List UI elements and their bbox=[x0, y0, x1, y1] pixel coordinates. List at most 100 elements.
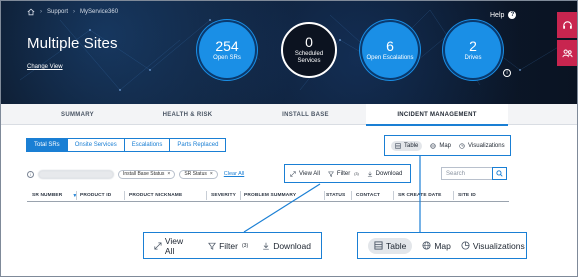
col-site-id[interactable]: SITE ID bbox=[458, 189, 476, 202]
filter-label: Filter bbox=[219, 240, 238, 251]
column-divider bbox=[206, 191, 207, 200]
map-view-label: Map bbox=[439, 142, 452, 149]
subtab-onsite-services[interactable]: Onsite Services bbox=[66, 138, 125, 152]
column-divider bbox=[351, 191, 352, 200]
expand-icon bbox=[154, 241, 162, 250]
kpi-open-srs[interactable]: 254 Open SRs bbox=[199, 22, 255, 78]
page-title: Multiple Sites bbox=[27, 35, 118, 52]
column-label: SR NUMBER bbox=[32, 193, 63, 198]
column-divider bbox=[393, 191, 394, 200]
view-all-label: View All bbox=[299, 170, 320, 177]
globe-icon bbox=[422, 241, 431, 250]
view-all-button[interactable]: View All bbox=[290, 171, 320, 177]
table-view-button[interactable]: Table bbox=[368, 237, 413, 254]
col-sr-create-date[interactable]: SR CREATE DATE bbox=[398, 189, 442, 202]
kpi-scheduled-services[interactable]: 0 Scheduled Services bbox=[281, 22, 337, 78]
kpi-drives[interactable]: 2 Drives bbox=[445, 22, 501, 78]
kpi-label: Scheduled Services bbox=[294, 51, 324, 64]
remove-icon[interactable]: × bbox=[210, 171, 213, 177]
download-button[interactable]: Download bbox=[262, 241, 311, 251]
breadcrumb-item-support[interactable]: Support bbox=[47, 9, 68, 15]
incident-sub-tabs: Total SRs Onsite Services Escalations Pa… bbox=[26, 138, 227, 152]
side-tab-support[interactable] bbox=[557, 12, 578, 38]
info-icon[interactable]: i bbox=[503, 69, 511, 77]
breadcrumb: › Support › MyService360 bbox=[27, 8, 118, 16]
sr-table-header: SR NUMBER ▼ PRODUCT ID PRODUCT NICKNAME … bbox=[27, 189, 509, 202]
filter-chip-redacted[interactable]: redacted bbox=[38, 169, 114, 179]
table-view-label: Table bbox=[404, 142, 419, 149]
map-view-button[interactable]: Map bbox=[422, 241, 451, 251]
visualizations-view-button[interactable]: Visualizations bbox=[459, 143, 505, 149]
hero-banner: › Support › MyService360 Multiple Sites … bbox=[0, 0, 578, 104]
col-problem-summary[interactable]: PROBLEM SUMMARY bbox=[244, 189, 296, 202]
download-label: Download bbox=[375, 170, 403, 177]
filter-button[interactable]: Filter (3) bbox=[327, 170, 359, 177]
help-icon: ? bbox=[508, 11, 517, 19]
filter-chip-install-base-status[interactable]: Install Base Status × bbox=[118, 169, 176, 179]
kpi-label: Open Escalations bbox=[366, 54, 414, 61]
kpi-value: 6 bbox=[386, 37, 394, 54]
help-label: Help bbox=[490, 11, 505, 19]
col-contact[interactable]: CONTACT bbox=[356, 189, 380, 202]
filter-icon bbox=[208, 242, 216, 250]
remove-icon[interactable]: × bbox=[167, 171, 170, 177]
search-button[interactable] bbox=[492, 167, 507, 180]
kpi-value: 0 bbox=[305, 34, 313, 50]
view-all-label: View All bbox=[164, 235, 184, 256]
side-tab-community[interactable] bbox=[557, 40, 578, 66]
column-divider bbox=[76, 191, 77, 200]
home-icon[interactable] bbox=[27, 8, 35, 16]
headset-icon bbox=[563, 20, 572, 29]
tab-incident-management[interactable]: INCIDENT MANAGEMENT bbox=[366, 104, 508, 126]
side-quick-tabs bbox=[557, 12, 578, 68]
filter-count-badge: (3) bbox=[354, 171, 359, 176]
table-icon bbox=[374, 241, 383, 250]
col-severity[interactable]: SEVERITY bbox=[211, 189, 236, 202]
subtab-parts-replaced[interactable]: Parts Replaced bbox=[169, 138, 227, 152]
filter-button[interactable]: Filter (3) bbox=[208, 241, 248, 251]
col-sr-number[interactable]: SR NUMBER ▼ bbox=[32, 189, 78, 202]
kpi-open-escalations[interactable]: 6 Open Escalations bbox=[362, 22, 418, 78]
column-divider bbox=[240, 191, 241, 200]
visualizations-view-label: Visualizations bbox=[472, 240, 525, 251]
kpi-value: 254 bbox=[215, 37, 239, 54]
filter-icon bbox=[327, 171, 334, 177]
visualizations-view-button[interactable]: Visualizations bbox=[461, 241, 525, 251]
col-product-nickname[interactable]: PRODUCT NICKNAME bbox=[129, 189, 182, 202]
change-view-link[interactable]: Change View bbox=[27, 64, 63, 70]
breadcrumb-item-current: MyService360 bbox=[80, 9, 119, 15]
col-status[interactable]: STATUS bbox=[326, 189, 345, 202]
kpi-label: Drives bbox=[464, 54, 482, 61]
view-all-button[interactable]: View All bbox=[154, 236, 194, 256]
view-toolbar: Table Map Visualizations bbox=[384, 135, 511, 156]
download-icon bbox=[263, 242, 269, 250]
help-button[interactable]: Help ? bbox=[490, 11, 517, 19]
col-product-id[interactable]: PRODUCT ID bbox=[80, 189, 111, 202]
users-icon bbox=[562, 49, 573, 57]
view-toolbar-zoomed: Table Map Visualizations bbox=[357, 232, 527, 259]
column-divider bbox=[124, 191, 125, 200]
main-nav-tabs: SUMMARY HEALTH & RISK INSTALL BASE INCID… bbox=[0, 104, 578, 126]
subtab-escalations[interactable]: Escalations bbox=[123, 138, 171, 152]
download-button[interactable]: Download bbox=[367, 170, 403, 177]
filter-chip-label: Install Base Status bbox=[123, 171, 165, 177]
map-view-button[interactable]: Map bbox=[430, 143, 451, 149]
pie-chart-icon bbox=[459, 142, 465, 149]
column-divider bbox=[453, 191, 454, 200]
filter-chip-sr-status[interactable]: SR Status × bbox=[179, 169, 218, 179]
info-icon[interactable]: i bbox=[27, 170, 34, 178]
map-view-label: Map bbox=[434, 240, 451, 251]
kpi-label: Open SRs bbox=[213, 54, 241, 61]
active-filters-row: i redacted Install Base Status × SR Stat… bbox=[27, 168, 244, 180]
filter-label: Filter bbox=[336, 170, 351, 177]
kpi-value: 2 bbox=[469, 37, 477, 54]
subtab-total-srs[interactable]: Total SRs bbox=[26, 138, 68, 152]
clear-all-link[interactable]: Clear All bbox=[224, 171, 244, 177]
visualizations-view-label: Visualizations bbox=[468, 142, 505, 149]
column-divider bbox=[324, 191, 325, 200]
tab-install-base[interactable]: INSTALL BASE bbox=[228, 104, 383, 125]
globe-icon bbox=[430, 142, 437, 149]
actions-toolbar: View All Filter (3) Download bbox=[284, 164, 411, 183]
table-icon bbox=[395, 142, 401, 149]
table-view-button[interactable]: Table bbox=[391, 140, 423, 151]
